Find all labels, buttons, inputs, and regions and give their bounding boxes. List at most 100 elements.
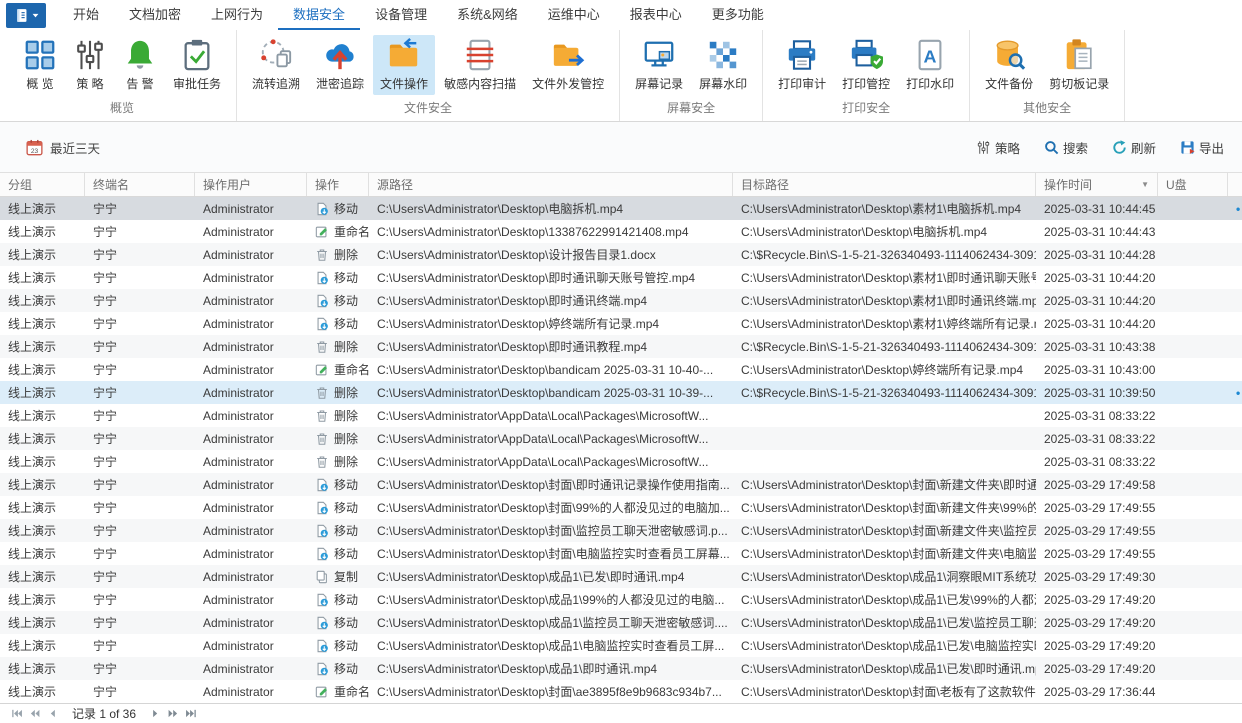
ribbon: 概 览策 略告 警审批任务概览流转追溯泄密追踪文件操作敏感内容扫描文件外发管控文…	[0, 30, 1242, 122]
table-row[interactable]: 线上演示宁宁Administrator删除C:\Users\Administra…	[0, 243, 1242, 266]
table-row[interactable]: 线上演示宁宁Administrator删除C:\Users\Administra…	[0, 427, 1242, 450]
ribbon-button-file-backup[interactable]: 文件备份	[978, 35, 1040, 95]
cell-target-path: C:\Users\Administrator\Desktop\封面\新建文件夹\…	[733, 496, 1036, 519]
cell-group: 线上演示	[0, 611, 85, 634]
cell-terminal: 宁宁	[85, 312, 195, 335]
table-row[interactable]: 线上演示宁宁Administrator移动C:\Users\Administra…	[0, 542, 1242, 565]
filter-arrow-icon[interactable]: ▼	[1137, 180, 1149, 189]
table-row[interactable]: 线上演示宁宁Administrator移动C:\Users\Administra…	[0, 519, 1242, 542]
cell-filler	[1228, 404, 1242, 427]
table-row[interactable]: 线上演示宁宁Administrator移动C:\Users\Administra…	[0, 634, 1242, 657]
cell-operation-time: 2025-03-29 17:49:55	[1036, 519, 1158, 542]
ribbon-button-overview[interactable]: 概 览	[16, 35, 64, 95]
cell-target-path: C:\$Recycle.Bin\S-1-5-21-326340493-11140…	[733, 381, 1036, 404]
table-row[interactable]: 线上演示宁宁Administrator删除C:\Users\Administra…	[0, 404, 1242, 427]
cell-operation: 移动	[307, 657, 369, 680]
ribbon-button-print-control[interactable]: 打印管控	[835, 35, 897, 95]
menu-item-ops-center[interactable]: 运维中心	[533, 0, 615, 30]
fast-forward-button[interactable]	[164, 706, 182, 722]
cell-operation: 移动	[307, 588, 369, 611]
ribbon-button-alert[interactable]: 告 警	[116, 35, 164, 95]
cell-source-path: C:\Users\Administrator\Desktop\bandicam …	[369, 358, 733, 381]
ribbon-button-screen-record[interactable]: 屏幕记录	[628, 35, 690, 95]
ribbon-button-screen-watermark[interactable]: 屏幕水印	[692, 35, 754, 95]
table-row[interactable]: 线上演示宁宁Administrator删除C:\Users\Administra…	[0, 450, 1242, 473]
first-page-button[interactable]	[8, 706, 26, 722]
table-row[interactable]: 线上演示宁宁Administrator移动C:\Users\Administra…	[0, 197, 1242, 220]
ribbon-button-approval-tasks[interactable]: 审批任务	[166, 35, 228, 95]
fast-backward-button[interactable]	[26, 706, 44, 722]
column-header-group[interactable]: 分组	[0, 173, 85, 196]
table-row[interactable]: 线上演示宁宁Administrator复制C:\Users\Administra…	[0, 565, 1242, 588]
ribbon-button-leak-trace[interactable]: 泄密追踪	[309, 35, 371, 95]
row-actions-menu[interactable]: •••	[1236, 386, 1242, 400]
menu-item-doc-encrypt[interactable]: 文档加密	[114, 0, 196, 30]
last-page-button[interactable]	[182, 706, 200, 722]
cell-terminal: 宁宁	[85, 588, 195, 611]
menu-item-report-center[interactable]: 报表中心	[615, 0, 697, 30]
table-row[interactable]: 线上演示宁宁Administrator移动C:\Users\Administra…	[0, 289, 1242, 312]
ribbon-button-label: 文件外发管控	[532, 75, 604, 92]
table-header: 分组 终端名操作用户操作 源路径目标路径操作时间▼U盘	[0, 172, 1242, 197]
app-menu-button[interactable]	[6, 3, 46, 28]
table-row[interactable]: 线上演示宁宁Administrator移动C:\Users\Administra…	[0, 588, 1242, 611]
row-actions-menu[interactable]: •••	[1236, 202, 1242, 216]
column-header-operation[interactable]: 操作	[307, 173, 369, 196]
table-row[interactable]: 线上演示宁宁Administrator移动C:\Users\Administra…	[0, 266, 1242, 289]
column-header-target-path[interactable]: 目标路径	[733, 173, 1036, 196]
table-row[interactable]: 线上演示宁宁Administrator重命名C:\Users\Administr…	[0, 680, 1242, 703]
table-row[interactable]: 线上演示宁宁Administrator重命名C:\Users\Administr…	[0, 358, 1242, 381]
table-row[interactable]: 线上演示宁宁Administrator删除C:\Users\Administra…	[0, 381, 1242, 404]
cell-user: Administrator	[195, 473, 307, 496]
cell-operation: 移动	[307, 473, 369, 496]
table-row[interactable]: 线上演示宁宁Administrator重命名C:\Users\Administr…	[0, 220, 1242, 243]
menu-item-more-features[interactable]: 更多功能	[697, 0, 779, 30]
cell-filler	[1228, 312, 1242, 335]
table-row[interactable]: 线上演示宁宁Administrator移动C:\Users\Administra…	[0, 657, 1242, 680]
cell-terminal: 宁宁	[85, 519, 195, 542]
ribbon-button-file-operation[interactable]: 文件操作	[373, 35, 435, 95]
cell-group: 线上演示	[0, 312, 85, 335]
move-file-icon	[315, 662, 329, 676]
column-header-operation-time[interactable]: 操作时间▼	[1036, 173, 1158, 196]
cell-target-path: C:\Users\Administrator\Desktop\封面\新建文件夹\…	[733, 473, 1036, 496]
cell-source-path: C:\Users\Administrator\Desktop\设计报告目录1.d…	[369, 243, 733, 266]
table-row[interactable]: 线上演示宁宁Administrator移动C:\Users\Administra…	[0, 496, 1242, 519]
export-button[interactable]: 导出	[1180, 138, 1224, 157]
table-row[interactable]: 线上演示宁宁Administrator移动C:\Users\Administra…	[0, 312, 1242, 335]
menu-item-web-behavior[interactable]: 上网行为	[196, 0, 278, 30]
menu-item-start[interactable]: 开始	[58, 0, 114, 30]
column-header-label: 分组	[8, 176, 32, 193]
column-header-label: 操作	[315, 176, 339, 193]
cell-filler	[1228, 588, 1242, 611]
ribbon-button-file-outgoing[interactable]: 文件外发管控	[525, 35, 611, 95]
cell-operation: 重命名	[307, 680, 369, 703]
ribbon-button-print-audit[interactable]: 打印审计	[771, 35, 833, 95]
ribbon-button-print-watermark[interactable]: A打印水印	[899, 35, 961, 95]
cell-source-path: C:\Users\Administrator\Desktop\即时通讯聊天账号管…	[369, 266, 733, 289]
ribbon-button-circulation-trace[interactable]: 流转追溯	[245, 35, 307, 95]
previous-button[interactable]	[44, 706, 62, 722]
table-row[interactable]: 线上演示宁宁Administrator删除C:\Users\Administra…	[0, 335, 1242, 358]
column-header-user[interactable]: 操作用户	[195, 173, 307, 196]
table-row[interactable]: 线上演示宁宁Administrator移动C:\Users\Administra…	[0, 611, 1242, 634]
menu-item-system-network[interactable]: 系统&网络	[442, 0, 533, 30]
column-header-terminal[interactable]: 终端名	[85, 173, 195, 196]
column-header-filler[interactable]	[1228, 173, 1242, 196]
date-filter-button[interactable]: 23 最近三天	[26, 138, 100, 157]
menu-item-data-security[interactable]: 数据安全	[278, 0, 360, 30]
ribbon-button-sensitive-scan[interactable]: 敏感内容扫描	[437, 35, 523, 95]
search-button[interactable]: 搜索	[1044, 138, 1088, 157]
column-header-usb[interactable]: U盘	[1158, 173, 1228, 196]
cell-source-path: C:\Users\Administrator\AppData\Local\Pac…	[369, 450, 733, 473]
policy-button[interactable]: 策略	[976, 138, 1020, 157]
ribbon-button-policy[interactable]: 策 略	[66, 35, 114, 95]
column-header-source-path[interactable]: 源路径	[369, 173, 733, 196]
next-button[interactable]	[146, 706, 164, 722]
table-row[interactable]: 线上演示宁宁Administrator移动C:\Users\Administra…	[0, 473, 1242, 496]
refresh-button[interactable]: 刷新	[1112, 138, 1156, 157]
cell-group: 线上演示	[0, 634, 85, 657]
ribbon-button-clipboard-record[interactable]: 剪切板记录	[1042, 35, 1116, 95]
menu-item-device-mgmt[interactable]: 设备管理	[360, 0, 442, 30]
ribbon-button-label: 文件备份	[985, 75, 1033, 92]
